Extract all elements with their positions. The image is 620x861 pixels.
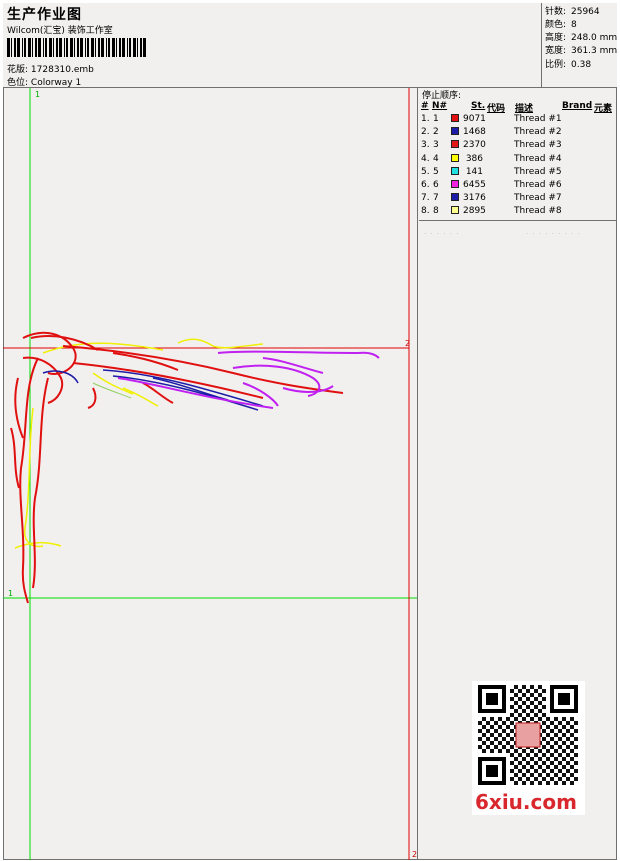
row-description: Thread #7 (514, 193, 562, 204)
color-swatch (451, 140, 459, 149)
row-needle: 2 (433, 127, 439, 138)
row-stitches: 3176 (463, 193, 486, 204)
row-stitches: 386 (465, 153, 483, 164)
stop-row: 8. 8 2895 Thread #8 (419, 206, 617, 219)
stop-row: 6. 6 6455 Thread #6 (419, 180, 617, 193)
row-num: 1. (421, 114, 430, 124)
row-description: Thread #3 (514, 140, 562, 151)
row-num: 4. (421, 153, 430, 164)
color-swatch (451, 127, 459, 136)
ornament-magenta-layer (117, 350, 380, 409)
stop-sequence-title: 停止顺序: (422, 91, 462, 101)
stop-row: 4. 4 386 Thread #4 (419, 153, 617, 167)
color-swatch (451, 180, 459, 188)
row-num: 8. (421, 206, 430, 217)
row-needle: 6 (433, 180, 439, 190)
studio-name: Wilcom(汇宝) 装饰工作室 (7, 26, 113, 36)
row-needle: 3 (433, 140, 439, 151)
color-swatch (451, 166, 459, 175)
stop-sequence-panel: 停止顺序: # N# St. 代码 描述 Brand 元素 1. 1 9071 Thr… (419, 88, 617, 221)
row-needle: 7 (433, 193, 439, 204)
row-stitches: 6455 (463, 180, 486, 190)
color-swatch (451, 193, 459, 202)
site-logo: 6xiu.com (475, 790, 577, 814)
design-file-value: 1728310.emb (30, 65, 94, 75)
header-num: # (421, 101, 429, 111)
header-brand: Brand (562, 101, 593, 111)
stat-scale: 比例: 0.38 (545, 60, 592, 70)
design-file-line: 花版: 1728310.emb (7, 62, 94, 75)
row-needle: 1 (433, 114, 439, 124)
row-stitches: 2370 (463, 140, 486, 151)
design-stats-panel: 针数: 25964 颜色: 8 高度: 248.0 mm 宽度: 361.3 mm 比例… (542, 3, 617, 88)
stat-height: 高度: 248.0 mm (545, 33, 618, 43)
header-code: 代码 (487, 104, 506, 114)
row-needle: 8 (433, 206, 439, 217)
stop-row: 5. 5 141 Thread #5 (419, 166, 617, 180)
color-swatch (451, 153, 459, 162)
embroidery-design-drawing: 1 1 2 2 (3, 88, 417, 860)
barcode (7, 38, 146, 57)
embroidery-preview: 1 1 2 2 (3, 88, 418, 860)
row-description: Thread #2 (514, 127, 562, 138)
colorway-value: Colorway 1 (30, 78, 82, 88)
row-stitches: 1468 (463, 127, 486, 138)
page-title: 生产作业图 (7, 7, 82, 23)
row-description: Thread #6 (514, 180, 562, 190)
guide-label-left: 1 (8, 589, 13, 598)
row-num: 6. (421, 180, 430, 190)
row-description: Thread #1 (514, 114, 562, 124)
row-num: 5. (421, 166, 430, 177)
color-swatch (451, 206, 459, 215)
stat-width: 宽度: 361.3 mm (545, 46, 618, 56)
stop-row: 2. 2 1468 Thread #2 (419, 127, 617, 140)
header-description: 描述 (515, 104, 534, 114)
divider-dots: · · · · · · · · · (526, 230, 581, 238)
row-stitches: 2895 (463, 206, 486, 217)
row-description: Thread #8 (514, 206, 562, 217)
stat-colors: 颜色: 8 (545, 20, 577, 30)
qr-code (478, 685, 578, 785)
colorway-label: 色位: (7, 78, 29, 88)
design-label: 花版: (7, 65, 29, 75)
row-needle: 5 (433, 166, 439, 177)
header-info-panel: 生产作业图 Wilcom(汇宝) 装饰工作室 花版: 1728310.emb 色… (3, 3, 542, 88)
stop-row: 7. 7 3176 Thread #7 (419, 193, 617, 206)
ornament-red-layer (10, 331, 344, 604)
header-stitches: St. (471, 101, 486, 111)
guide-label-top: 1 (35, 90, 40, 99)
guide-label-bottom: 2 (412, 850, 417, 859)
row-description: Thread #5 (514, 166, 562, 177)
color-swatch (451, 114, 459, 122)
row-stitches: 141 (465, 166, 483, 177)
colorway-line: 色位: Colorway 1 (7, 75, 81, 88)
row-num: 3. (421, 140, 430, 151)
divider-dots: · · · · · · (424, 230, 460, 238)
header-element: 元素 (594, 104, 613, 114)
row-needle: 4 (433, 153, 439, 164)
header-needle: N# (432, 101, 448, 111)
guide-label-right: 2 (405, 339, 410, 348)
row-stitches: 9071 (463, 114, 486, 124)
stat-stitches: 针数: 25964 (545, 7, 600, 17)
row-num: 7. (421, 193, 430, 204)
row-description: Thread #4 (514, 153, 562, 164)
row-num: 2. (421, 127, 430, 138)
stop-row: 1. 1 9071 Thread #1 (419, 114, 617, 127)
stop-row: 3. 3 2370 Thread #3 (419, 140, 617, 153)
